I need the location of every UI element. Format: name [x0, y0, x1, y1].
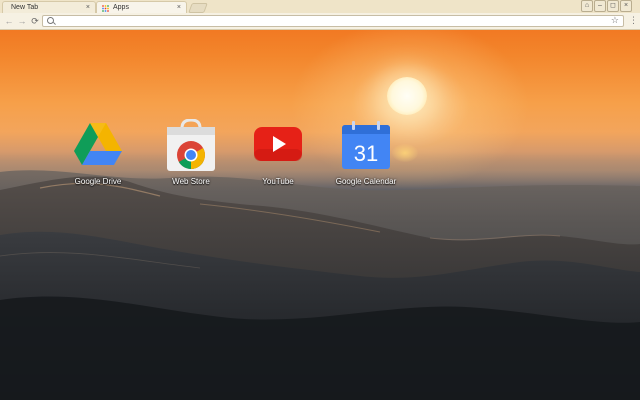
forward-button[interactable]: →: [17, 15, 27, 27]
close-window-icon[interactable]: ×: [620, 0, 632, 12]
calendar-date-text: 31: [354, 141, 378, 166]
tab-apps[interactable]: Apps ×: [96, 1, 187, 13]
app-label: Google Calendar: [335, 177, 397, 186]
google-calendar-icon: 31: [342, 121, 390, 169]
reload-button[interactable]: ⟳: [30, 15, 40, 27]
user-icon[interactable]: ⌂: [581, 0, 593, 12]
new-tab-button[interactable]: [188, 3, 208, 13]
tab-label: New Tab: [11, 4, 39, 11]
tab-new-tab[interactable]: New Tab ×: [2, 1, 96, 13]
bookmark-star-icon[interactable]: ☆: [611, 15, 619, 26]
browser-toolbar: ← → ⟳ ☆ ⋮: [0, 13, 640, 30]
apps-grid-icon: [102, 5, 109, 12]
app-label: YouTube: [262, 177, 294, 186]
search-icon: [47, 17, 54, 24]
restore-icon[interactable]: ◻: [607, 0, 619, 12]
google-drive-icon: [74, 123, 122, 165]
youtube-icon: [254, 127, 302, 161]
browser-chrome: New Tab × Apps × ⌂ – ◻ × ← → ⟳ ☆ ⋮: [0, 0, 640, 30]
menu-icon[interactable]: ⋮: [629, 15, 638, 27]
background-wallpaper: [0, 0, 640, 400]
back-button[interactable]: ←: [4, 15, 14, 27]
address-bar[interactable]: ☆: [42, 15, 624, 27]
chrome-web-store-icon: [167, 119, 215, 171]
app-label: Web Store: [172, 177, 210, 186]
tab-label: Apps: [113, 4, 129, 11]
minimize-icon[interactable]: –: [594, 0, 606, 12]
app-label: Google Drive: [74, 177, 122, 186]
tab-strip: New Tab × Apps × ⌂ – ◻ ×: [0, 0, 640, 13]
ocean-waves: [0, 170, 640, 400]
